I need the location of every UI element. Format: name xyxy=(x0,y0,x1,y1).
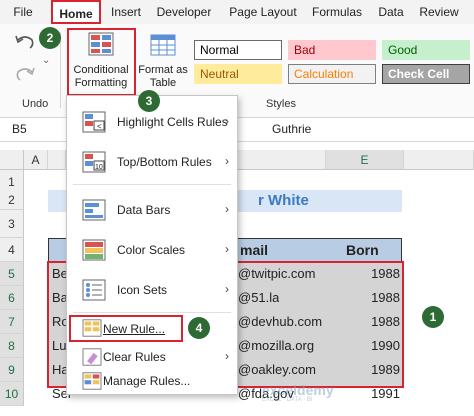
watermark-tagline: EXCEL · DATA · BI xyxy=(262,397,313,403)
step-badge-2: 2 xyxy=(39,27,61,49)
tab-page-layout[interactable]: Page Layout xyxy=(225,0,301,24)
select-all-corner[interactable] xyxy=(0,150,24,170)
column-header-e[interactable]: E xyxy=(326,150,404,170)
conditional-formatting-menu: < Highlight Cells Rules › 10 Top/Bottom … xyxy=(66,95,238,395)
submenu-arrow-icon: › xyxy=(225,154,229,168)
style-good[interactable]: Good xyxy=(382,40,470,60)
svg-text:<: < xyxy=(97,122,102,131)
format-as-table-icon xyxy=(150,34,176,56)
row-header-5[interactable]: 5 xyxy=(0,262,24,286)
header-born[interactable]: Born xyxy=(346,238,379,262)
style-bad[interactable]: Bad xyxy=(288,40,376,60)
redo-chevron-icon[interactable]: ⌄ xyxy=(42,55,50,66)
row-header-3[interactable]: 3 xyxy=(0,210,24,238)
menu-label: Top/Bottom Rules xyxy=(117,155,212,169)
header-email[interactable]: mail xyxy=(240,238,268,262)
group-divider xyxy=(60,32,61,108)
row-header-9[interactable]: 9 xyxy=(0,358,24,382)
watermark: exceldemy EXCEL · DATA · BI xyxy=(262,380,382,403)
submenu-arrow-icon: › xyxy=(225,282,229,296)
menu-item-clear-rules[interactable]: Clear Rules › xyxy=(67,346,237,368)
menu-label: Data Bars xyxy=(117,203,171,217)
watermark-logo: exceldemy xyxy=(262,382,334,398)
undo-icon[interactable] xyxy=(14,32,36,50)
menu-bar: File Home Insert Developer Page Layout F… xyxy=(0,0,474,24)
submenu-arrow-icon: › xyxy=(225,242,229,256)
redo-icon[interactable] xyxy=(14,64,36,82)
undo-group-label: Undo xyxy=(22,98,49,110)
cell-styles-gallery: Normal Bad Good Neutral Calculation Chec… xyxy=(190,38,474,90)
step-badge-3: 3 xyxy=(138,90,160,112)
column-header[interactable] xyxy=(238,150,326,170)
format-as-table-button[interactable]: Format as Table xyxy=(138,28,188,94)
style-check-cell[interactable]: Check Cell xyxy=(382,64,470,84)
menu-label: Manage Rules... xyxy=(103,374,191,388)
menu-label: Icon Sets xyxy=(117,283,168,297)
tab-developer[interactable]: Developer xyxy=(152,0,216,24)
submenu-arrow-icon: › xyxy=(225,349,229,363)
submenu-arrow-icon: › xyxy=(225,114,229,128)
styles-group-label: Styles xyxy=(266,98,296,110)
row-header-7[interactable]: 7 xyxy=(0,310,24,334)
data-bars-icon xyxy=(82,199,106,221)
menu-label: Color Scales xyxy=(117,243,186,257)
submenu-arrow-icon: › xyxy=(225,202,229,216)
name-box[interactable]: B5 xyxy=(12,122,27,136)
highlight-cells-icon: < xyxy=(82,111,106,133)
step-badge-4: 4 xyxy=(188,317,210,339)
row-header-6[interactable]: 6 xyxy=(0,286,24,310)
tab-formulas[interactable]: Formulas xyxy=(308,0,366,24)
format-as-table-label: Format as Table xyxy=(138,64,188,89)
menu-item-color-scales[interactable]: Color Scales › xyxy=(67,232,237,268)
svg-text:10: 10 xyxy=(95,164,103,171)
clear-rules-icon xyxy=(82,348,102,366)
row-header-10[interactable]: 10 xyxy=(0,382,24,406)
title-cell[interactable]: r White xyxy=(258,190,309,212)
manage-rules-icon xyxy=(82,372,102,390)
icon-sets-icon xyxy=(82,279,106,301)
tab-insert[interactable]: Insert xyxy=(104,0,148,24)
tab-review[interactable]: Review xyxy=(416,0,462,24)
menu-item-manage-rules[interactable]: Manage Rules... xyxy=(67,370,237,392)
style-calculation[interactable]: Calculation xyxy=(288,64,376,84)
top-bottom-icon: 10 xyxy=(82,151,106,173)
menu-divider xyxy=(73,184,231,185)
tab-data[interactable]: Data xyxy=(374,0,408,24)
color-scales-icon xyxy=(82,239,106,261)
step-badge-1: 1 xyxy=(422,306,444,328)
menu-label: Clear Rules xyxy=(103,350,166,364)
style-normal[interactable]: Normal xyxy=(194,40,282,60)
column-header[interactable] xyxy=(48,150,66,170)
column-header[interactable] xyxy=(404,150,474,170)
menu-item-icon-sets[interactable]: Icon Sets › xyxy=(67,272,237,308)
formula-input[interactable]: Guthrie xyxy=(272,122,311,136)
tab-file[interactable]: File xyxy=(6,0,40,24)
row-header-8[interactable]: 8 xyxy=(0,334,24,358)
tab-home[interactable]: Home xyxy=(51,0,101,24)
menu-label: Highlight Cells Rules xyxy=(117,115,228,129)
highlight-box-conditional-formatting xyxy=(67,28,136,96)
row-header-4[interactable]: 4 xyxy=(0,238,24,262)
menu-item-data-bars[interactable]: Data Bars › xyxy=(67,192,237,228)
style-neutral[interactable]: Neutral xyxy=(194,64,282,84)
column-header-a[interactable]: A xyxy=(24,150,48,170)
row-header-2[interactable]: 2 xyxy=(0,190,24,210)
menu-divider xyxy=(73,312,231,313)
menu-item-top-bottom-rules[interactable]: 10 Top/Bottom Rules › xyxy=(67,144,237,180)
highlight-box-new-rule xyxy=(69,315,183,342)
